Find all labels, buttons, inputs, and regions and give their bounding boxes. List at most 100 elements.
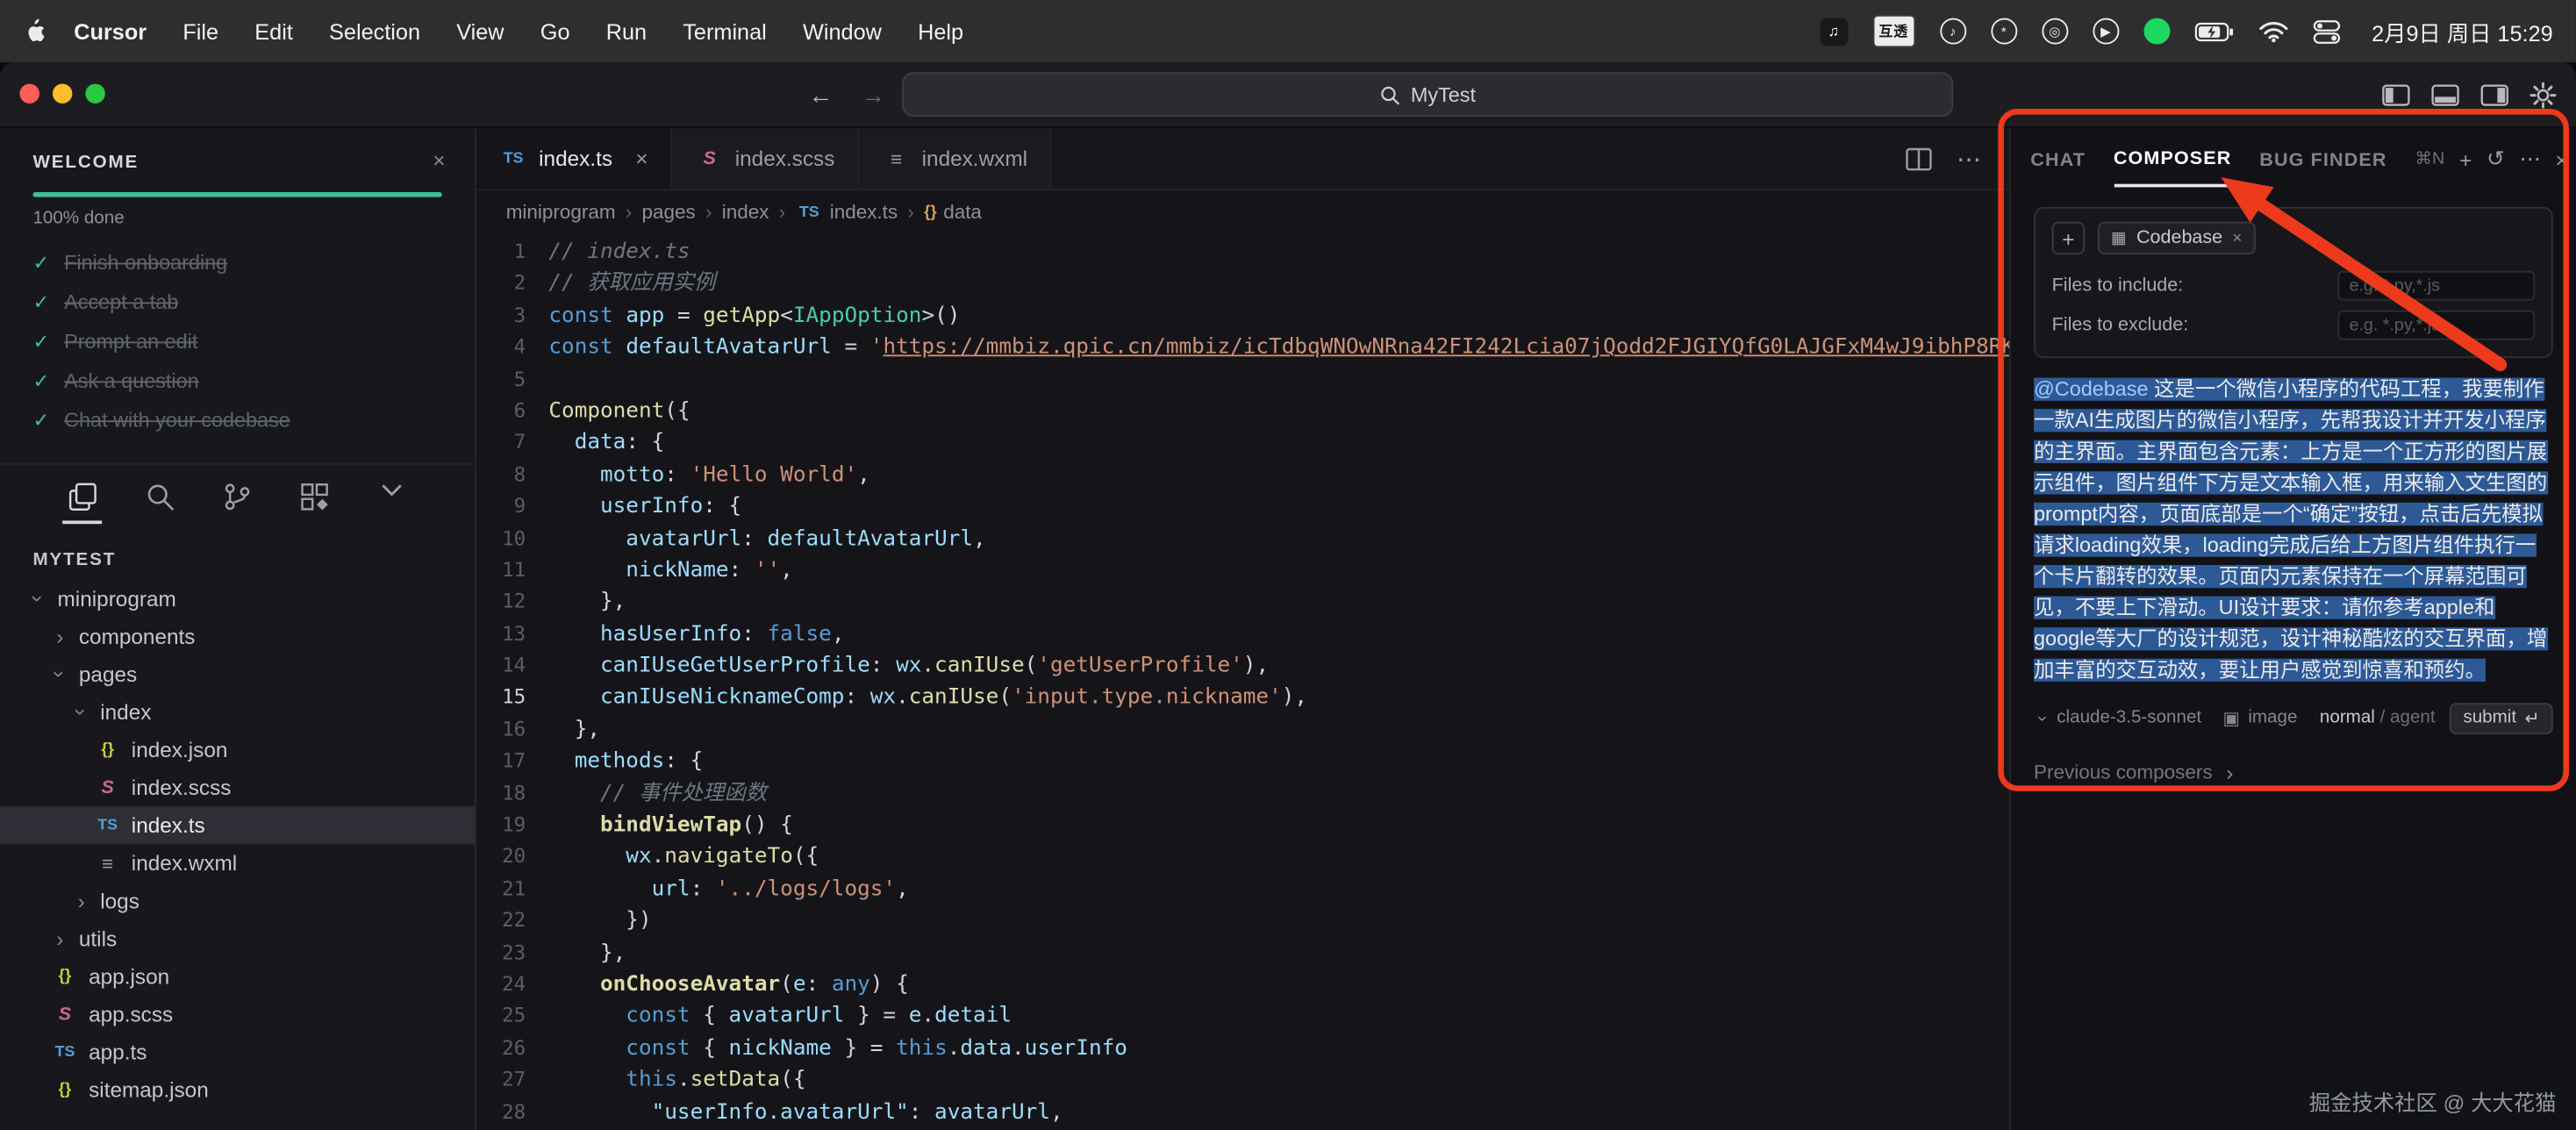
code-line-25[interactable]: 25 const { avatarUrl } = e.detail (476, 1001, 2009, 1033)
close-panel-icon[interactable]: × (2556, 147, 2568, 172)
breadcrumb-index-ts[interactable]: TSindex.ts (795, 200, 898, 223)
code-line-23[interactable]: 23 }, (476, 937, 2009, 969)
model-selector[interactable]: › claude-3.5-sonnet (2034, 708, 2201, 727)
code-line-24[interactable]: 24 onChooseAvatar(e: any) { (476, 969, 2009, 1001)
tree-item-app-ts[interactable]: TSapp.ts (0, 1033, 475, 1071)
code-editor[interactable]: 1// index.ts2// 获取应用实例3const app = getAp… (476, 233, 2009, 1130)
code-line-15[interactable]: 15 canIUseNicknameComp: wx.canIUse('inpu… (476, 683, 2009, 714)
extensions-view-icon[interactable] (294, 483, 333, 524)
tab-index-scss[interactable]: Sindex.scss (673, 128, 860, 189)
code-line-16[interactable]: 16 }, (476, 714, 2009, 746)
code-line-5[interactable]: 5 (476, 364, 2009, 396)
back-button[interactable]: ← (808, 82, 833, 110)
tree-item-sitemap-json[interactable]: {}sitemap.json (0, 1071, 475, 1109)
minimize-window-button[interactable] (53, 83, 72, 103)
code-line-17[interactable]: 17 methods: { (476, 746, 2009, 777)
history-icon[interactable]: ↺ (2487, 147, 2504, 173)
composer-message[interactable]: @Codebase 这是一个微信小程序的代码工程，我要制作一款AI生成图片的微信… (2011, 358, 2576, 697)
code-line-2[interactable]: 2// 获取应用实例 (476, 268, 2009, 300)
tree-item-app-json[interactable]: {}app.json (0, 957, 475, 995)
editor-more-actions-icon[interactable]: ⋯ (1957, 144, 1983, 174)
tree-item-miniprogram[interactable]: ›miniprogram (0, 580, 475, 618)
close-window-button[interactable] (19, 83, 39, 103)
battery-icon[interactable] (2194, 20, 2234, 41)
command-center-search[interactable]: MyTest (902, 72, 1953, 117)
status-app-3-icon[interactable]: ◎ (2042, 18, 2068, 45)
tree-item-index-scss[interactable]: Sindex.scss (0, 769, 475, 806)
toggle-panel-icon[interactable] (2431, 83, 2459, 106)
menu-cursor[interactable]: Cursor (74, 19, 147, 44)
code-line-6[interactable]: 6Component({ (476, 396, 2009, 427)
tab-index-wxml[interactable]: ≡index.wxml (859, 128, 1052, 189)
menu-help[interactable]: Help (918, 19, 963, 44)
spotify-icon[interactable] (2143, 18, 2170, 45)
source-control-icon[interactable] (217, 483, 256, 524)
submit-button[interactable]: submit ↵ (2450, 702, 2552, 733)
menu-selection[interactable]: Selection (329, 19, 420, 44)
codebase-context-chip[interactable]: ▦ Codebase × (2098, 222, 2255, 254)
breadcrumb-pages[interactable]: pages (642, 200, 696, 223)
panel-tab-bug-finder[interactable]: BUG FINDER (2259, 133, 2386, 186)
tree-item-components[interactable]: ›components (0, 618, 475, 655)
zoom-window-button[interactable] (85, 83, 104, 103)
panel-more-icon[interactable]: ⋯ (2519, 147, 2540, 173)
code-line-12[interactable]: 12 }, (476, 587, 2009, 619)
status-app-2-icon[interactable]: * (1991, 18, 2017, 45)
code-line-10[interactable]: 10 avatarUrl: defaultAvatarUrl, (476, 523, 2009, 554)
code-line-1[interactable]: 1// index.ts (476, 237, 2009, 268)
wifi-icon[interactable] (2258, 20, 2288, 41)
tab-index-ts[interactable]: TSindex.ts× (476, 128, 673, 189)
menu-window[interactable]: Window (803, 19, 882, 44)
breadcrumb-miniprogram[interactable]: miniprogram (506, 200, 616, 223)
close-welcome-icon[interactable]: × (433, 147, 445, 172)
code-line-19[interactable]: 19 bindViewTap() { (476, 810, 2009, 841)
files-exclude-input[interactable] (2337, 311, 2535, 340)
code-line-26[interactable]: 26 const { nickName } = this.data.userIn… (476, 1033, 2009, 1064)
menu-file[interactable]: File (182, 19, 218, 44)
menubar-datetime[interactable]: 2月9日 周日 15:29 (2372, 15, 2553, 47)
tree-item-index-ts[interactable]: TSindex.ts (0, 806, 475, 844)
forward-button[interactable]: → (861, 82, 885, 110)
code-line-7[interactable]: 7 data: { (476, 427, 2009, 459)
explorer-view-icon[interactable] (62, 483, 102, 524)
ime-badge[interactable]: 互透 (1872, 15, 1915, 47)
toggle-primary-sidebar-icon[interactable] (2382, 83, 2410, 106)
tree-item-index-wxml[interactable]: ≡index.wxml (0, 844, 475, 882)
split-editor-icon[interactable] (1906, 147, 1932, 170)
tree-item-app-scss[interactable]: Sapp.scss (0, 995, 475, 1033)
menu-terminal[interactable]: Terminal (683, 19, 767, 44)
code-line-9[interactable]: 9 userInfo: { (476, 491, 2009, 523)
control-center-icon[interactable] (2313, 19, 2341, 44)
media-keys-icon[interactable]: ♫ (1820, 18, 1848, 46)
code-line-21[interactable]: 21 url: '../logs/logs', (476, 874, 2009, 905)
menu-edit[interactable]: Edit (254, 19, 293, 44)
apple-menu-icon[interactable] (23, 18, 44, 45)
status-app-1-icon[interactable]: ♪ (1940, 18, 1966, 45)
more-views-chevron-icon[interactable] (371, 483, 411, 511)
add-context-button[interactable]: + (2052, 222, 2085, 254)
code-line-18[interactable]: 18 // 事件处理函数 (476, 778, 2009, 810)
settings-gear-icon[interactable] (2529, 82, 2556, 109)
mode-toggle[interactable]: normal / agent (2320, 708, 2436, 727)
code-line-22[interactable]: 22 }) (476, 905, 2009, 937)
files-include-input[interactable] (2337, 271, 2535, 301)
panel-tab-composer[interactable]: COMPOSER (2114, 132, 2232, 188)
attach-image-button[interactable]: ▣ image (2222, 707, 2297, 728)
tree-item-utils[interactable]: ›utils (0, 919, 475, 957)
close-tab-icon[interactable]: × (635, 147, 648, 171)
tree-item-index-json[interactable]: {}index.json (0, 731, 475, 769)
breadcrumb-index[interactable]: index (722, 200, 769, 223)
explorer-root-label[interactable]: MYTEST (0, 533, 475, 579)
remove-chip-icon[interactable]: × (2232, 229, 2242, 247)
tree-item-logs[interactable]: ›logs (0, 882, 475, 919)
new-composer-button[interactable]: + (2459, 147, 2472, 172)
code-line-4[interactable]: 4const defaultAvatarUrl = 'https://mmbiz… (476, 332, 2009, 363)
menu-run[interactable]: Run (606, 19, 647, 44)
code-line-28[interactable]: 28 "userInfo.avatarUrl": avatarUrl, (476, 1097, 2009, 1128)
tree-item-pages[interactable]: ›pages (0, 655, 475, 693)
code-line-11[interactable]: 11 nickName: '', (476, 555, 2009, 587)
code-line-8[interactable]: 8 motto: 'Hello World', (476, 460, 2009, 491)
menu-go[interactable]: Go (540, 19, 570, 44)
code-line-3[interactable]: 3const app = getApp<IAppOption>() (476, 300, 2009, 332)
menu-view[interactable]: View (456, 19, 504, 44)
